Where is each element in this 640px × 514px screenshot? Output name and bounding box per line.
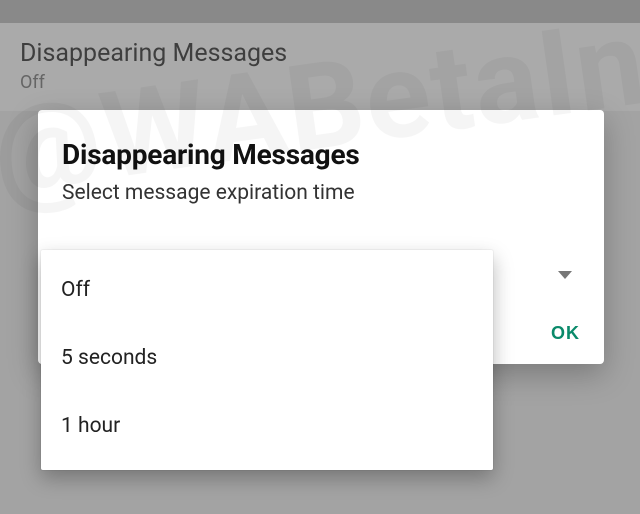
status-bar — [0, 0, 640, 23]
option-off[interactable]: Off — [41, 256, 493, 324]
expiration-dropdown-list: Off 5 seconds 1 hour — [41, 250, 493, 470]
option-5-seconds[interactable]: 5 seconds — [41, 324, 493, 392]
chevron-down-icon — [558, 271, 572, 279]
option-1-hour[interactable]: 1 hour — [41, 392, 493, 460]
dialog-header: Disappearing Messages Select message exp… — [38, 110, 604, 215]
dialog-title: Disappearing Messages — [62, 138, 580, 171]
ok-button[interactable]: OK — [551, 323, 580, 344]
dialog-subtitle: Select message expiration time — [62, 181, 580, 205]
